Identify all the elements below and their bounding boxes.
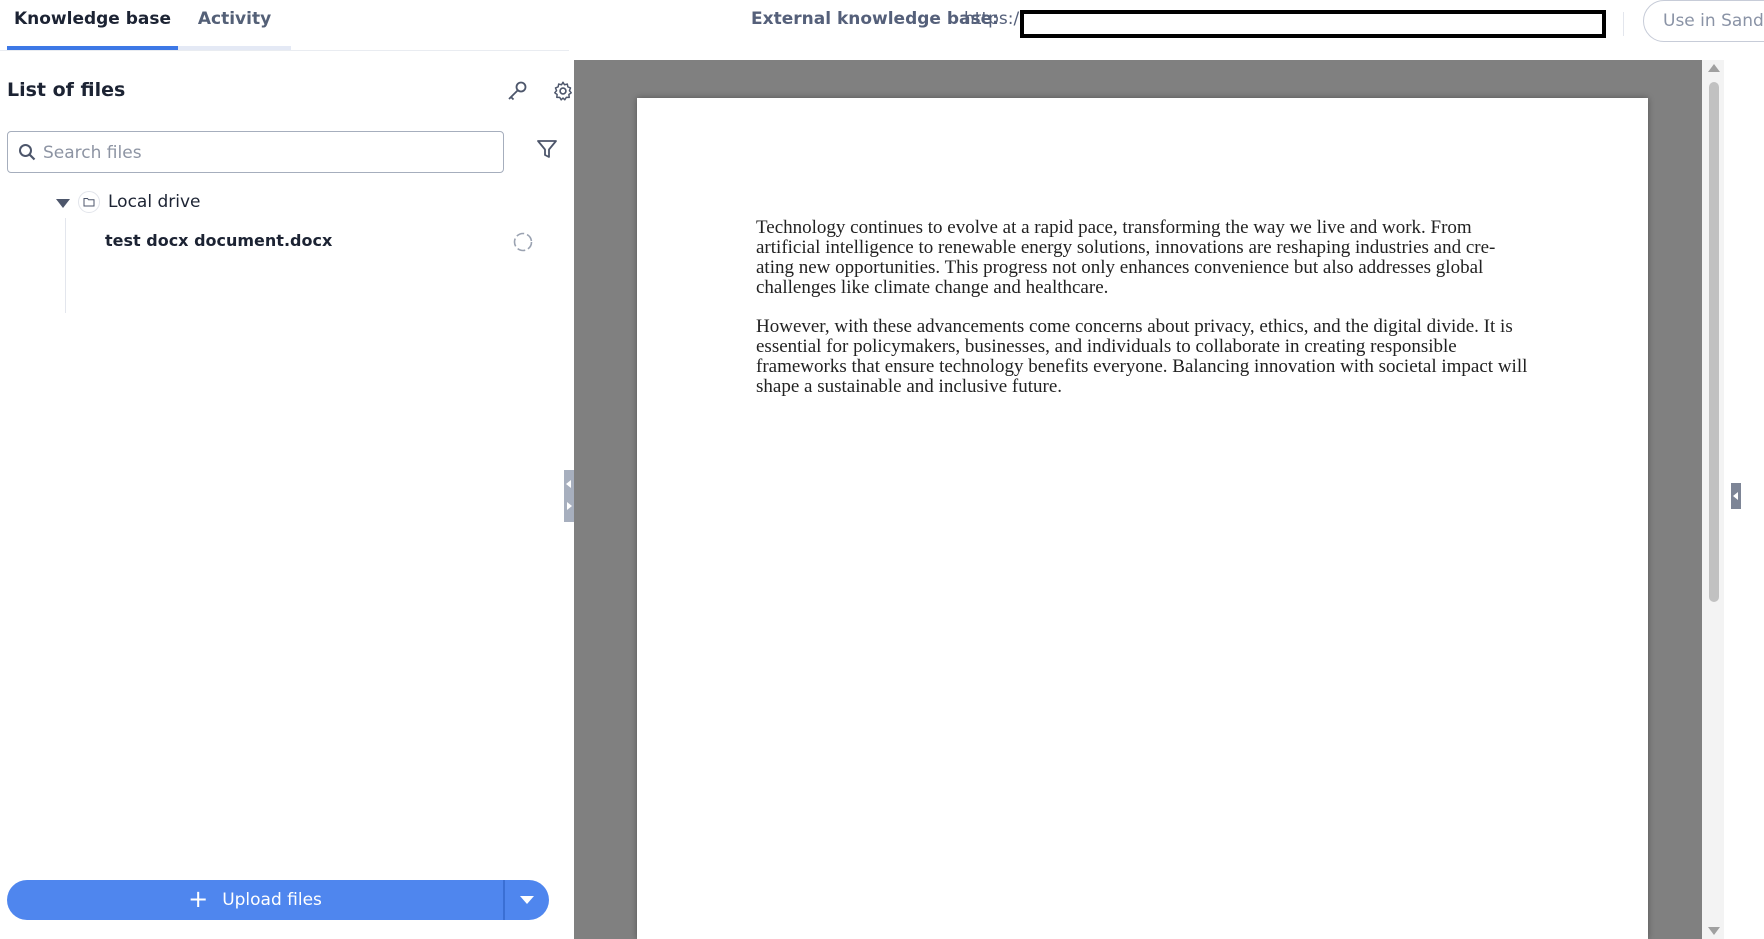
chevron-down-icon: [520, 896, 534, 904]
upload-button-group: + Upload files: [7, 880, 549, 920]
file-row[interactable]: test docx document.docx: [66, 227, 546, 257]
scroll-down-arrow-icon[interactable]: [1708, 927, 1720, 935]
key-icon[interactable]: [502, 76, 532, 106]
file-name: test docx document.docx: [105, 231, 333, 250]
loading-spinner-icon: [513, 232, 533, 252]
document-paragraph: However, with these advancements come co…: [756, 316, 1528, 397]
header-divider: [1623, 12, 1624, 36]
tab-knowledge-base[interactable]: Knowledge base: [7, 0, 178, 50]
file-list-panel: List of files Local drive: [0, 51, 572, 939]
external-kb-label: External knowledge base:: [751, 9, 999, 29]
scroll-up-arrow-icon[interactable]: [1708, 64, 1720, 72]
document-page: Technology continues to evolve at a rapi…: [637, 98, 1648, 939]
tree-folder-local-drive[interactable]: Local drive: [56, 187, 201, 217]
scrollbar-thumb[interactable]: [1709, 82, 1719, 602]
chevron-left-icon: [1733, 492, 1738, 500]
top-bar: Knowledge base Activity External knowled…: [0, 0, 1764, 50]
document-viewer: Technology continues to evolve at a rapi…: [574, 60, 1702, 939]
chevron-left-icon: [566, 480, 571, 488]
panel-resize-handle[interactable]: [564, 470, 574, 522]
tab-knowledge-base-label: Knowledge base: [13, 9, 172, 29]
tab-activity[interactable]: Activity: [178, 0, 291, 50]
right-side-strip: [1724, 60, 1764, 939]
use-in-sandbox-button[interactable]: Use in Sandb: [1643, 0, 1764, 42]
document-paragraph: Technology continues to evolve at a rapi…: [756, 217, 1496, 298]
folder-label: Local drive: [108, 192, 201, 212]
upload-files-label: Upload files: [222, 890, 322, 910]
plus-icon: +: [188, 885, 209, 913]
list-of-files-title: List of files: [7, 79, 126, 101]
tab-activity-label: Activity: [197, 9, 272, 29]
filter-icon[interactable]: [532, 134, 562, 164]
search-files-input[interactable]: [41, 132, 495, 174]
upload-files-button[interactable]: + Upload files: [7, 880, 503, 920]
right-panel-toggle[interactable]: [1731, 483, 1741, 509]
external-kb-url[interactable]: https:/: [964, 9, 1019, 29]
redacted-url-box: [1020, 10, 1606, 38]
document-text: Technology continues to evolve at a rapi…: [756, 218, 1531, 416]
folder-icon: [78, 191, 100, 213]
upload-options-dropdown[interactable]: [505, 880, 549, 920]
search-icon: [19, 144, 36, 161]
viewer-scrollbar[interactable]: [1702, 60, 1724, 939]
chevron-down-icon[interactable]: [56, 199, 70, 208]
chevron-right-icon: [567, 502, 572, 510]
search-files-box: [7, 131, 504, 174]
